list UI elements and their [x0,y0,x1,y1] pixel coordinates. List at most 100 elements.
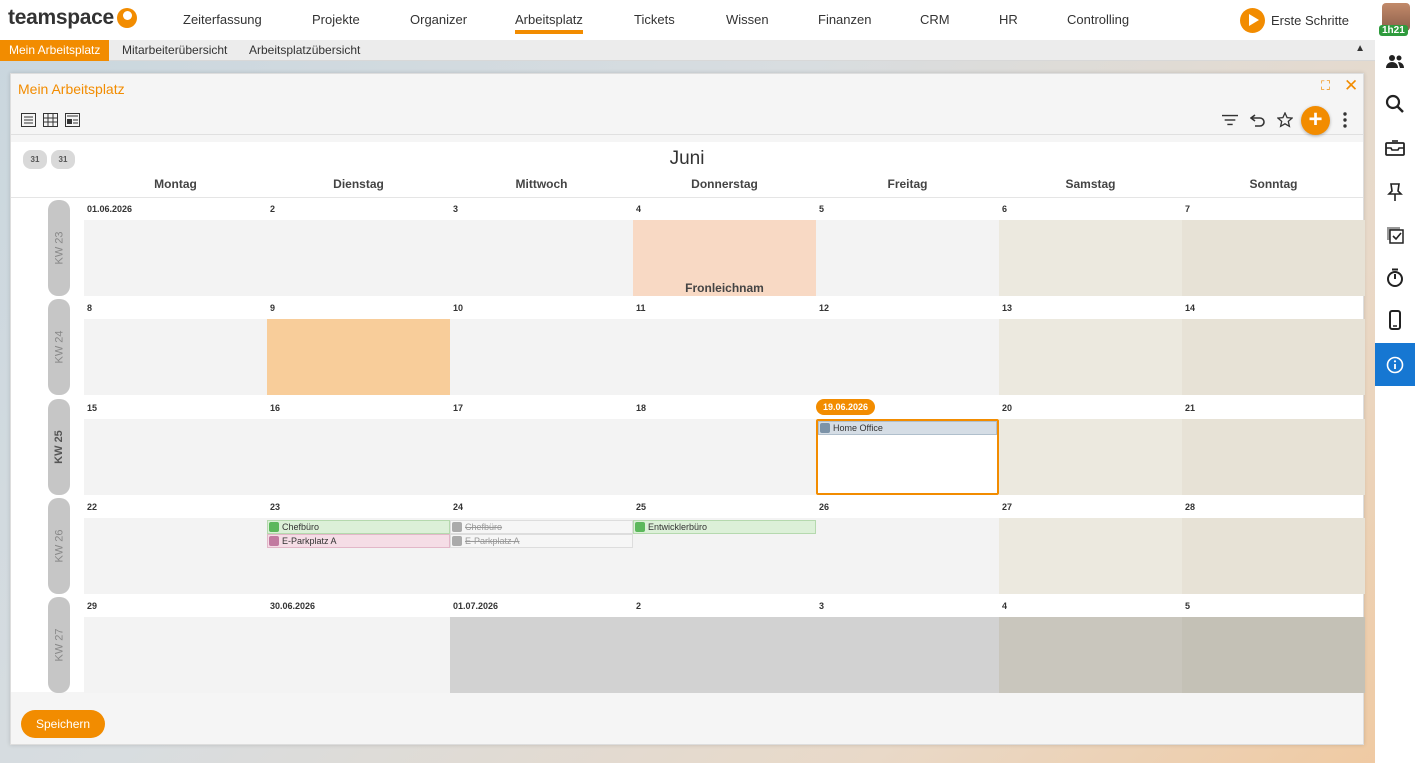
close-icon[interactable]: ✕ [1344,76,1358,96]
day-cell-body[interactable] [1182,419,1365,495]
day-cell-body[interactable] [1182,518,1365,594]
nav-hr[interactable]: HR [999,12,1018,27]
stopwatch-icon[interactable] [1375,258,1415,298]
day-cell-body[interactable] [633,419,816,495]
day-cell[interactable]: 2 [267,200,450,296]
day-cell-today[interactable]: 19.06.2026 Home Office [816,399,999,495]
day-cell-body[interactable] [816,617,999,693]
day-cell-body[interactable] [84,419,267,495]
subtab-mitarbeiteruebersicht[interactable]: Mitarbeiterübersicht [113,40,236,61]
nav-controlling[interactable]: Controlling [1067,12,1129,27]
day-cell[interactable]: 10 [450,299,633,395]
day-cell[interactable]: 18 [633,399,816,495]
users-icon[interactable] [1375,42,1415,82]
day-cell[interactable]: 17 [450,399,633,495]
subtab-arbeitsplatzuebersicht[interactable]: Arbeitsplatzübersicht [240,40,369,61]
more-menu-icon[interactable] [1337,112,1353,128]
event-home-office[interactable]: Home Office [818,421,997,435]
day-cell-body[interactable] [450,220,633,296]
day-cell-weekend[interactable]: 6 [999,200,1182,296]
pin-icon[interactable] [1375,172,1415,212]
collapse-caret-icon[interactable]: ▲ [1355,43,1365,54]
day-cell-body[interactable] [816,220,999,296]
day-cell-body[interactable] [999,419,1182,495]
nav-tickets[interactable]: Tickets [634,12,675,27]
day-cell-next-month-weekend[interactable]: 4 [999,597,1182,693]
day-cell[interactable]: 24 Chefbüro E-Parkplatz A [450,498,633,594]
inbox-icon[interactable] [1375,128,1415,168]
day-cell-holiday[interactable]: 4 Fronleichnam [633,200,816,296]
save-button[interactable]: Speichern [21,710,106,738]
day-cell-next-month[interactable]: 3 [816,597,999,693]
day-cell[interactable]: 11 [633,299,816,395]
maximize-icon[interactable]: ⛶ [1321,78,1330,94]
day-cell-body[interactable] [1182,319,1365,395]
day-cell-body[interactable] [816,319,999,395]
day-cell-weekend[interactable]: 7 [1182,200,1365,296]
day-cell-body[interactable] [999,319,1182,395]
day-cell[interactable]: 01.06.2026 [84,200,267,296]
day-cell-body[interactable] [450,617,633,693]
day-cell[interactable]: 29 [84,597,267,693]
day-cell-body[interactable] [1182,617,1365,693]
day-cell[interactable]: 15 [84,399,267,495]
undo-icon[interactable] [1250,112,1266,128]
day-cell-body[interactable] [1182,220,1365,296]
nav-zeiterfassung[interactable]: Zeiterfassung [183,12,262,27]
search-icon[interactable] [1375,84,1415,124]
day-cell[interactable]: 12 [816,299,999,395]
day-cell-body[interactable] [999,518,1182,594]
list-view-icon[interactable] [20,112,36,128]
day-cell-body[interactable] [267,617,450,693]
star-icon[interactable] [1277,112,1293,128]
day-cell-weekend[interactable]: 13 [999,299,1182,395]
day-cell-absence[interactable]: 9 [267,299,450,395]
nav-arbeitsplatz[interactable]: Arbeitsplatz [515,12,583,34]
day-cell[interactable]: 3 [450,200,633,296]
erste-schritte-button[interactable]: Erste Schritte [1240,8,1349,33]
event-parking-cancelled[interactable]: E-Parkplatz A [450,534,633,548]
day-cell[interactable]: 23 Chefbüro E-Parkplatz A [267,498,450,594]
day-cell-body[interactable] [816,518,999,594]
filter-icon[interactable] [1222,112,1238,128]
nav-crm[interactable]: CRM [920,12,950,27]
day-cell-weekend[interactable]: 20 [999,399,1182,495]
event-workplace-cancelled[interactable]: Chefbüro [450,520,633,534]
timer-badge[interactable]: 1h21 [1379,25,1408,36]
mobile-icon[interactable] [1375,300,1415,340]
day-cell-next-month[interactable]: 01.07.2026 [450,597,633,693]
day-cell-weekend[interactable]: 14 [1182,299,1365,395]
day-cell-weekend[interactable]: 28 [1182,498,1365,594]
day-cell-body[interactable] [267,419,450,495]
event-workplace[interactable]: Chefbüro [267,520,450,534]
day-cell-weekend[interactable]: 27 [999,498,1182,594]
day-cell-body[interactable] [267,220,450,296]
event-parking[interactable]: E-Parkplatz A [267,534,450,548]
checklist-icon[interactable] [1375,215,1415,255]
day-cell-body[interactable] [633,617,816,693]
day-cell[interactable]: 30.06.2026 [267,597,450,693]
day-cell[interactable]: 8 [84,299,267,395]
day-cell[interactable]: 5 [816,200,999,296]
day-cell-body[interactable] [84,518,267,594]
day-cell-body[interactable] [450,419,633,495]
day-cell-body[interactable] [84,220,267,296]
nav-projekte[interactable]: Projekte [312,12,360,27]
day-cell-next-month-weekend[interactable]: 5 [1182,597,1365,693]
subtab-mein-arbeitsplatz[interactable]: Mein Arbeitsplatz [0,40,110,61]
day-cell-next-month[interactable]: 2 [633,597,816,693]
add-button[interactable]: + [1301,106,1330,135]
day-cell[interactable]: 26 [816,498,999,594]
nav-finanzen[interactable]: Finanzen [818,12,871,27]
day-cell-body[interactable] [999,220,1182,296]
grid-view-icon[interactable] [42,112,58,128]
day-cell-body[interactable] [84,319,267,395]
day-cell-body[interactable] [450,319,633,395]
day-cell-body[interactable] [84,617,267,693]
logo[interactable]: teamspace [8,6,137,30]
day-cell-body[interactable] [999,617,1182,693]
day-cell-body[interactable] [267,319,450,395]
info-icon[interactable] [1375,343,1415,386]
day-cell[interactable]: 22 [84,498,267,594]
day-cell[interactable]: 16 [267,399,450,495]
